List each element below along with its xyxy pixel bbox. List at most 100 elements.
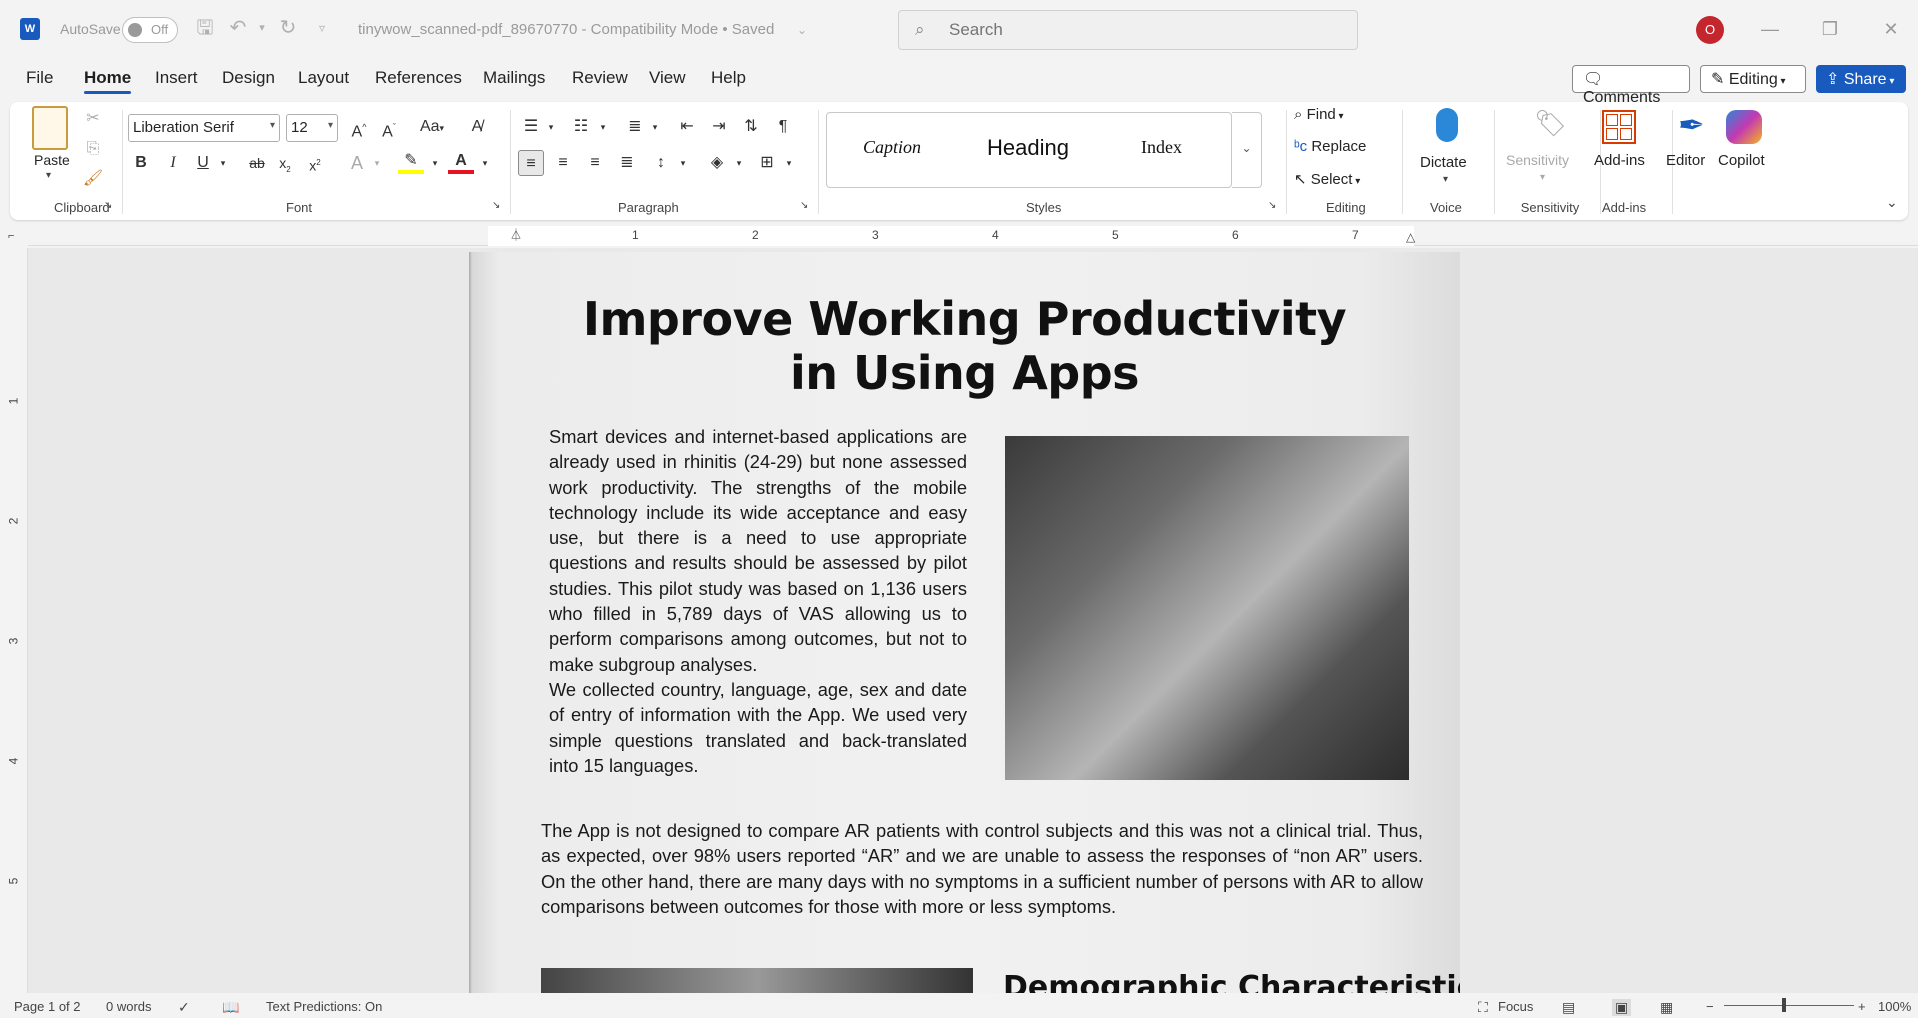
close-icon[interactable]: ✕ <box>1876 14 1906 44</box>
line-spacing-dropdown-icon[interactable]: ▾ <box>670 150 696 176</box>
collapse-ribbon-icon[interactable]: ⌄ <box>1886 194 1898 211</box>
zoom-slider[interactable] <box>1724 1005 1854 1006</box>
first-line-indent-marker-icon[interactable]: ⏃ <box>510 226 522 243</box>
web-layout-icon[interactable]: ▦ <box>1660 999 1673 1016</box>
search-input[interactable] <box>949 19 1329 41</box>
align-right-icon[interactable]: ≡ <box>582 150 608 176</box>
cut-icon[interactable]: ✂ <box>80 106 106 132</box>
tab-review[interactable]: Review <box>572 68 628 88</box>
add-ins-button[interactable]: Add-ins <box>1584 106 1666 196</box>
tab-references[interactable]: References <box>375 68 462 88</box>
tab-layout[interactable]: Layout <box>298 68 349 88</box>
styles-more-icon[interactable]: ⌄ <box>1232 112 1262 188</box>
title-dropdown-icon[interactable]: ⌄ <box>790 18 814 42</box>
restore-icon[interactable]: ❐ <box>1815 14 1845 44</box>
grow-font-icon[interactable]: A^ <box>346 114 372 140</box>
tab-file[interactable]: File <box>26 68 53 88</box>
zoom-out-icon[interactable]: − <box>1706 999 1714 1014</box>
proofing-icon[interactable]: ✓ <box>178 999 190 1016</box>
font-color-icon[interactable]: A <box>448 148 474 174</box>
text-predictions[interactable]: Text Predictions: On <box>266 999 382 1014</box>
styles-launcher-icon[interactable]: ↘ <box>1268 200 1276 211</box>
page-count[interactable]: Page 1 of 2 <box>14 999 81 1014</box>
paragraph-launcher-icon[interactable]: ↘ <box>800 200 808 211</box>
undo-dropdown-icon[interactable]: ▾ <box>250 16 274 40</box>
paste-icon[interactable] <box>32 106 68 150</box>
style-index[interactable]: Index <box>1141 137 1182 158</box>
subscript-icon[interactable]: x2 <box>272 150 298 176</box>
find-button[interactable]: ⌕ Find ▾ <box>1294 106 1344 130</box>
zoom-slider-thumb[interactable] <box>1782 998 1786 1012</box>
print-layout-icon[interactable]: ▣ <box>1612 999 1632 1016</box>
autosave-toggle[interactable]: Off <box>122 17 178 43</box>
format-painter-icon[interactable]: 🖌 <box>80 166 106 192</box>
highlight-icon[interactable]: ✎ <box>398 148 424 174</box>
tab-mailings[interactable]: Mailings <box>483 68 545 88</box>
font-color-dropdown-icon[interactable]: ▾ <box>472 150 498 176</box>
paste-dropdown-icon[interactable]: ▾ <box>46 170 51 181</box>
clipboard-launcher-icon[interactable]: ↘ <box>104 200 112 211</box>
align-center-icon[interactable]: ≡ <box>550 150 576 176</box>
shrink-font-icon[interactable]: Aˇ <box>376 114 402 140</box>
copilot-button[interactable]: Copilot <box>1710 106 1780 196</box>
customize-toolbar-icon[interactable]: ▿ <box>310 16 334 40</box>
superscript-icon[interactable]: x2 <box>302 150 328 176</box>
document-title[interactable]: tinywow_scanned-pdf_89670770 - Compatibi… <box>358 21 774 38</box>
font-launcher-icon[interactable]: ↘ <box>492 200 500 211</box>
paste-label[interactable]: Paste <box>34 152 70 168</box>
tab-home[interactable]: Home <box>84 68 132 94</box>
save-icon[interactable]: 🖫 <box>193 16 217 40</box>
select-button[interactable]: ↖ Select ▾ <box>1294 170 1360 194</box>
sensitivity-button[interactable]: 🏷 Sensitivity ▾ <box>1500 106 1590 196</box>
editing-mode-button[interactable]: ✎ Editing ▾ <box>1700 65 1806 93</box>
title-line-1: Improve Working Productivity <box>582 292 1347 346</box>
replace-button[interactable]: ᵇc Replace <box>1294 138 1366 162</box>
highlight-dropdown-icon[interactable]: ▾ <box>422 150 448 176</box>
align-left-icon[interactable]: ≡ <box>518 150 544 176</box>
tab-insert[interactable]: Insert <box>155 68 198 88</box>
dictate-button[interactable]: Dictate ▾ <box>1414 106 1484 196</box>
undo-icon[interactable]: ↶ <box>226 16 250 40</box>
font-size-select[interactable]: 12 ▾ <box>286 114 338 142</box>
shading-dropdown-icon[interactable]: ▾ <box>726 150 752 176</box>
justify-icon[interactable]: ≣ <box>614 150 640 176</box>
show-marks-icon[interactable]: ¶ <box>770 114 796 140</box>
borders-dropdown-icon[interactable]: ▾ <box>776 150 802 176</box>
minimize-icon[interactable]: — <box>1755 14 1785 44</box>
strikethrough-icon[interactable]: ab <box>244 150 270 176</box>
share-button[interactable]: ⇪ Share ▾ <box>1816 65 1906 93</box>
clear-formatting-icon[interactable]: A̸ <box>464 114 490 140</box>
decrease-indent-icon[interactable]: ⇤ <box>674 114 700 140</box>
tab-stop-selector-icon[interactable]: ⌐ <box>8 230 14 242</box>
style-caption[interactable]: Caption <box>863 137 921 158</box>
tab-help[interactable]: Help <box>711 68 746 88</box>
avatar[interactable]: O <box>1696 16 1724 44</box>
read-mode-icon[interactable]: ▤ <box>1562 999 1575 1016</box>
bullets-dropdown-icon[interactable]: ▾ <box>538 114 564 140</box>
right-indent-marker-icon[interactable]: △ <box>1406 230 1415 244</box>
change-case-button[interactable]: Aa▾ <box>414 114 450 140</box>
tab-design[interactable]: Design <box>222 68 275 88</box>
focus-icon[interactable]: ⛶ <box>1478 999 1488 1016</box>
italic-icon[interactable]: I <box>160 150 186 176</box>
text-effects-dropdown-icon[interactable]: ▾ <box>364 150 390 176</box>
style-heading[interactable]: Heading <box>987 135 1069 161</box>
underline-dropdown-icon[interactable]: ▾ <box>210 150 236 176</box>
zoom-in-icon[interactable]: + <box>1858 999 1866 1014</box>
increase-indent-icon[interactable]: ⇥ <box>706 114 732 140</box>
copy-icon[interactable]: ⎘ <box>80 136 106 162</box>
bold-icon[interactable]: B <box>128 150 154 176</box>
focus-label[interactable]: Focus <box>1498 999 1533 1014</box>
accessibility-icon[interactable]: 📖 <box>222 999 239 1016</box>
search-box[interactable]: ⌕ <box>898 10 1358 50</box>
zoom-level[interactable]: 100% <box>1878 999 1911 1014</box>
multilevel-dropdown-icon[interactable]: ▾ <box>642 114 668 140</box>
numbering-dropdown-icon[interactable]: ▾ <box>590 114 616 140</box>
document-page[interactable]: Improve Working Productivity in Using Ap… <box>469 252 1460 993</box>
font-family-select[interactable]: Liberation Serif ▾ <box>128 114 280 142</box>
tab-view[interactable]: View <box>649 68 686 88</box>
redo-icon[interactable]: ↻ <box>276 16 300 40</box>
sort-icon[interactable]: ⇅ <box>738 114 764 140</box>
comments-button[interactable]: 🗨 Comments <box>1572 65 1690 106</box>
word-count[interactable]: 0 words <box>106 999 152 1014</box>
